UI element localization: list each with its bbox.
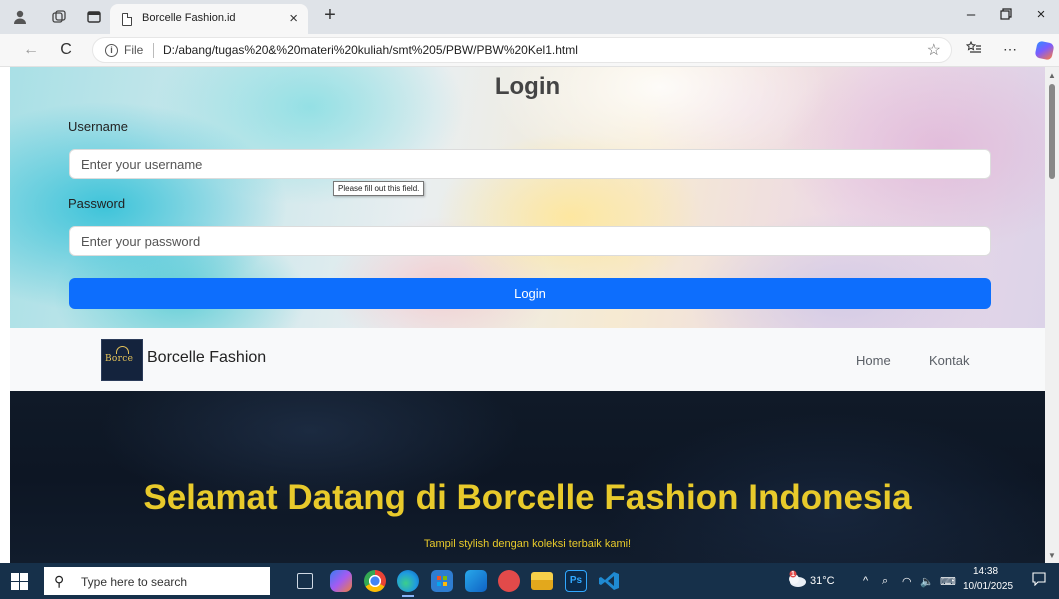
page-viewport: Login Username Please fill out this fiel… <box>0 67 1045 563</box>
tab-actions-icon[interactable] <box>86 9 102 25</box>
scroll-down-icon[interactable]: ▼ <box>1048 551 1056 560</box>
address-bar[interactable]: i File D:/abang/tugas%20&%20materi%20kul… <box>92 37 952 63</box>
weather-icon[interactable] <box>787 570 807 591</box>
password-label: Password <box>68 196 126 211</box>
close-tab-icon[interactable]: × <box>289 10 298 27</box>
site-navbar: Borce Borcelle Fashion Home Kontak <box>10 328 1045 391</box>
close-window-button[interactable]: × <box>1031 6 1051 23</box>
notifications-icon[interactable] <box>1032 572 1046 589</box>
tab-title: Borcelle Fashion.id <box>142 12 236 24</box>
info-icon[interactable]: i <box>105 44 118 57</box>
windows-start-icon[interactable] <box>6 569 32 593</box>
logo-arc <box>116 346 129 354</box>
url-text[interactable]: D:/abang/tugas%20&%20materi%20kuliah/smt… <box>163 43 578 57</box>
clock-date[interactable]: 10/01/2025 <box>963 581 1013 592</box>
workspaces-icon[interactable] <box>51 9 67 25</box>
windows-taskbar: ⚲ Type here to search Ps 1 31°C ^ ⌕ ◠ 🔈 … <box>0 563 1059 599</box>
hero-title: Selamat Datang di Borcelle Fashion Indon… <box>143 478 912 517</box>
address-separator <box>153 43 154 58</box>
refresh-icon[interactable]: C <box>57 41 75 59</box>
page-icon <box>122 13 132 26</box>
nav-link-kontak[interactable]: Kontak <box>929 353 969 368</box>
profile-icon[interactable] <box>12 9 28 25</box>
active-tab[interactable]: Borcelle Fashion.id × <box>110 4 308 34</box>
restore-button[interactable] <box>996 8 1016 23</box>
scroll-up-icon[interactable]: ▲ <box>1048 71 1056 80</box>
taskbar-search[interactable]: ⚲ Type here to search <box>44 567 270 595</box>
brand-logo[interactable]: Borce <box>101 339 143 381</box>
back-arrow-icon[interactable]: ← <box>22 41 40 59</box>
volume-icon[interactable]: 🔈 <box>920 575 934 588</box>
copilot-app-icon[interactable] <box>330 570 352 592</box>
hero-section: Selamat Datang di Borcelle Fashion Indon… <box>10 391 1045 563</box>
hero-subtitle: Tampil stylish dengan koleksi terbaik ka… <box>423 538 632 550</box>
nav-link-home[interactable]: Home <box>856 353 891 368</box>
chevron-up-icon[interactable]: ^ <box>863 575 868 587</box>
new-tab-button[interactable]: + <box>320 4 340 27</box>
search-placeholder: Type here to search <box>81 575 188 589</box>
login-submit-button[interactable]: Login <box>69 278 991 309</box>
task-view-icon[interactable] <box>297 573 313 589</box>
username-input[interactable] <box>69 149 991 179</box>
logo-text: Borce <box>105 354 134 364</box>
scheme-label: File <box>124 43 144 57</box>
language-icon[interactable]: ⌨ <box>940 575 956 588</box>
outlook-icon[interactable] <box>465 570 487 592</box>
login-title: Login <box>494 73 561 100</box>
network-icon[interactable]: ◠ <box>902 575 912 588</box>
more-menu-icon[interactable]: ⋯ <box>999 41 1021 58</box>
file-explorer-icon[interactable] <box>531 572 553 590</box>
weather-badge: 1 <box>791 571 795 578</box>
password-input[interactable] <box>69 226 991 256</box>
edge-icon[interactable] <box>397 570 419 597</box>
scrollbar-thumb[interactable] <box>1049 84 1055 179</box>
page-scrollbar[interactable]: ▲ ▼ <box>1045 67 1059 563</box>
store-icon[interactable] <box>431 570 453 592</box>
clock-time[interactable]: 14:38 <box>973 566 998 577</box>
meet-now-icon[interactable]: ⌕ <box>882 575 888 588</box>
chrome-icon[interactable] <box>364 570 386 592</box>
red-app-icon[interactable] <box>498 570 520 592</box>
browser-tab-strip: Borcelle Fashion.id × + – × <box>0 0 1059 34</box>
brand-name[interactable]: Borcelle Fashion <box>147 349 266 367</box>
weather-temp: 31°C <box>810 575 835 587</box>
minimize-button[interactable]: – <box>961 6 981 23</box>
photoshop-icon[interactable]: Ps <box>565 570 587 592</box>
browser-toolbar: ← C i File D:/abang/tugas%20&%20materi%2… <box>0 34 1059 67</box>
favorites-list-icon[interactable] <box>963 40 985 58</box>
validation-tooltip: Please fill out this field. <box>333 181 425 196</box>
favorite-star-icon[interactable]: ☆ <box>927 40 941 60</box>
search-icon: ⚲ <box>54 573 65 589</box>
vscode-icon[interactable] <box>598 570 620 592</box>
login-section: Login Username Please fill out this fiel… <box>10 67 1045 328</box>
username-label: Username <box>68 119 128 134</box>
